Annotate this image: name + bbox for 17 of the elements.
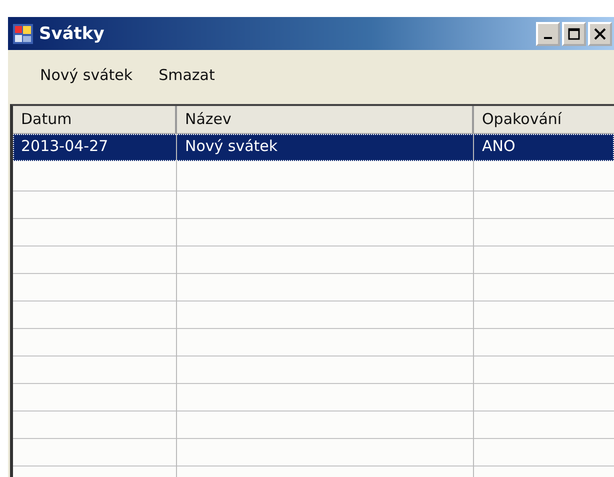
- column-header[interactable]: Název: [177, 106, 474, 134]
- toolbar-item[interactable]: Smazat: [148, 62, 225, 88]
- table-cell: 2013-04-27: [13, 134, 177, 161]
- table-row[interactable]: 2013-04-27 Nový svátek ANO: [13, 134, 614, 161]
- maximize-button[interactable]: [562, 22, 586, 46]
- table-cell: ANO: [474, 134, 614, 161]
- column-header[interactable]: Opakování: [474, 106, 614, 134]
- app-icon: [12, 22, 34, 44]
- close-button[interactable]: [588, 22, 612, 46]
- maximize-icon: [568, 28, 580, 40]
- toolbar-item[interactable]: Nový svátek: [30, 62, 143, 88]
- minimize-button[interactable]: [536, 22, 560, 46]
- close-icon: [594, 28, 606, 40]
- table-cell: Nový svátek: [177, 134, 474, 161]
- window-title: Svátky: [39, 24, 106, 44]
- column-header[interactable]: Datum: [13, 106, 177, 134]
- minimize-icon: [544, 36, 552, 38]
